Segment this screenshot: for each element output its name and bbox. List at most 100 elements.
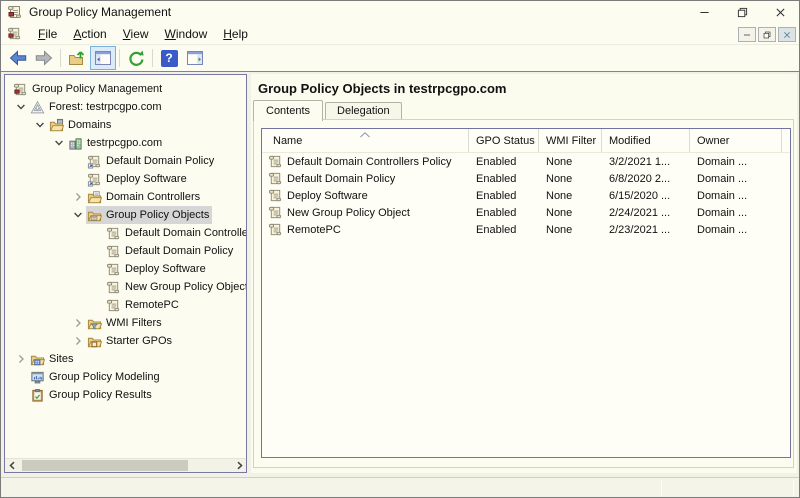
gpo-folder-icon bbox=[86, 207, 102, 223]
menu-view[interactable]: View bbox=[115, 25, 157, 43]
owner: Domain ... bbox=[690, 224, 782, 236]
up-one-level-button[interactable] bbox=[64, 46, 90, 70]
tree-item-forest[interactable]: Forest: testrpcgpo.com bbox=[5, 98, 246, 116]
chevron-expanded-icon[interactable] bbox=[69, 206, 86, 224]
chevron-placeholder bbox=[88, 296, 105, 314]
owner: Domain ... bbox=[690, 173, 782, 185]
child-close-button[interactable] bbox=[778, 27, 796, 42]
gpo-icon bbox=[267, 205, 283, 221]
tree-item-group-policy-management[interactable]: Group Policy Management bbox=[5, 80, 246, 98]
wmi-filters-folder-icon bbox=[86, 315, 102, 331]
contents-tab-panel: Name GPO Status WMI Filter Modified Owne… bbox=[253, 119, 794, 468]
horizontal-scrollbar[interactable] bbox=[5, 458, 246, 472]
show-action-pane-button[interactable] bbox=[182, 46, 208, 70]
tree-item-label: testrpcgpo.com bbox=[87, 137, 162, 149]
tree-item-gpo-remotepc[interactable]: RemotePC bbox=[5, 296, 246, 314]
back-button[interactable] bbox=[5, 46, 31, 70]
tree-item-gpo-new-group-policy-object[interactable]: New Group Policy Object bbox=[5, 278, 246, 296]
tree-item-label: Domains bbox=[68, 119, 111, 131]
child-minimize-button[interactable] bbox=[738, 27, 756, 42]
tree-item-label: Group Policy Modeling bbox=[49, 371, 160, 383]
forest-icon bbox=[29, 99, 45, 115]
tree-item-label: Default Domain Controllers Policy bbox=[125, 227, 246, 239]
console-tree-icon bbox=[93, 48, 113, 68]
modified-date: 6/8/2020 2... bbox=[602, 173, 690, 185]
tree-item-starter-gpos[interactable]: Starter GPOs bbox=[5, 332, 246, 350]
chevron-expanded-icon[interactable] bbox=[50, 134, 67, 152]
table-row[interactable]: Default Domain Policy Enabled None 6/8/2… bbox=[262, 170, 790, 187]
starter-gpos-folder-icon bbox=[86, 333, 102, 349]
tab-contents[interactable]: Contents bbox=[253, 100, 323, 121]
tree-item-label: Default Domain Policy bbox=[106, 155, 214, 167]
chevron-expanded-icon[interactable] bbox=[12, 98, 29, 116]
chevron-collapsed-icon[interactable] bbox=[69, 314, 86, 332]
chevron-placeholder bbox=[88, 278, 105, 296]
gpo-icon bbox=[105, 279, 121, 295]
column-header-owner[interactable]: Owner bbox=[690, 129, 782, 152]
chevron-collapsed-icon[interactable] bbox=[69, 332, 86, 350]
status-bar-divider bbox=[661, 481, 662, 495]
scrollbar-thumb[interactable] bbox=[22, 460, 188, 471]
tree-item-deploy-software-link[interactable]: Deploy Software bbox=[5, 170, 246, 188]
chevron-placeholder bbox=[12, 386, 29, 404]
sites-folder-icon bbox=[29, 351, 45, 367]
tree-item-label: Forest: testrpcgpo.com bbox=[49, 101, 162, 113]
refresh-button[interactable] bbox=[123, 46, 149, 70]
tree-item-domain-testrpcgpo[interactable]: testrpcgpo.com bbox=[5, 134, 246, 152]
gpo-icon bbox=[105, 261, 121, 277]
tree-item-group-policy-modeling[interactable]: Group Policy Modeling bbox=[5, 368, 246, 386]
column-header-wmi-filter[interactable]: WMI Filter bbox=[539, 129, 602, 152]
help-button[interactable]: ? bbox=[156, 46, 182, 70]
column-header-modified[interactable]: Modified bbox=[602, 129, 690, 152]
chevron-collapsed-icon[interactable] bbox=[69, 188, 86, 206]
tree-item-domain-controllers[interactable]: Domain Controllers bbox=[5, 188, 246, 206]
tree-item-label: Deploy Software bbox=[106, 173, 187, 185]
up-one-level-icon bbox=[67, 48, 87, 68]
minimize-button[interactable] bbox=[685, 1, 723, 23]
menu-file[interactable]: File bbox=[30, 25, 65, 43]
table-row[interactable]: RemotePC Enabled None 2/23/2021 ... Doma… bbox=[262, 221, 790, 238]
minimize-icon bbox=[699, 7, 710, 18]
chevron-collapsed-icon[interactable] bbox=[12, 350, 29, 368]
forward-button[interactable] bbox=[31, 46, 57, 70]
child-restore-button[interactable] bbox=[758, 27, 776, 42]
tree-item-wmi-filters[interactable]: WMI Filters bbox=[5, 314, 246, 332]
restore-button[interactable] bbox=[723, 1, 761, 23]
menu-help[interactable]: Help bbox=[215, 25, 256, 43]
chevron-expanded-icon[interactable] bbox=[31, 116, 48, 134]
wmi-filter: None bbox=[539, 156, 602, 168]
tree-item-gpo-default-domain-controllers-policy[interactable]: Default Domain Controllers Policy bbox=[5, 224, 246, 242]
tree-item-group-policy-objects[interactable]: Group Policy Objects bbox=[5, 206, 246, 224]
tree-item-label: Group Policy Results bbox=[49, 389, 152, 401]
scroll-right-arrow[interactable] bbox=[232, 459, 246, 472]
tree-item-sites[interactable]: Sites bbox=[5, 350, 246, 368]
scroll-left-arrow[interactable] bbox=[5, 459, 19, 472]
menu-action[interactable]: Action bbox=[65, 25, 114, 43]
tree-item-domains[interactable]: Domains bbox=[5, 116, 246, 134]
main-area: Group Policy Management Forest: testrpcg… bbox=[1, 72, 799, 477]
gpo-status: Enabled bbox=[469, 173, 539, 185]
gpo-name: Default Domain Policy bbox=[287, 173, 395, 185]
gpo-link-icon bbox=[86, 171, 102, 187]
folder-icon bbox=[86, 189, 102, 205]
list-header: Name GPO Status WMI Filter Modified Owne… bbox=[262, 129, 790, 153]
menu-window[interactable]: Window bbox=[157, 25, 216, 43]
tree-item-label: Group Policy Objects bbox=[106, 209, 209, 221]
table-row[interactable]: Default Domain Controllers Policy Enable… bbox=[262, 153, 790, 170]
table-row[interactable]: New Group Policy Object Enabled None 2/2… bbox=[262, 204, 790, 221]
table-row[interactable]: Deploy Software Enabled None 6/15/2020 .… bbox=[262, 187, 790, 204]
column-header-gpo-status[interactable]: GPO Status bbox=[469, 129, 539, 152]
tab-delegation[interactable]: Delegation bbox=[325, 102, 402, 120]
domain-icon bbox=[67, 135, 83, 151]
scrollbar-track[interactable] bbox=[19, 459, 232, 472]
status-bar-divider bbox=[793, 481, 794, 495]
tree-item-gpo-deploy-software[interactable]: Deploy Software bbox=[5, 260, 246, 278]
tree-item-label: Sites bbox=[49, 353, 73, 365]
tree-item-default-domain-policy-link[interactable]: Default Domain Policy bbox=[5, 152, 246, 170]
close-button[interactable] bbox=[761, 1, 799, 23]
chevron-placeholder bbox=[88, 224, 105, 242]
tree-item-gpo-default-domain-policy[interactable]: Default Domain Policy bbox=[5, 242, 246, 260]
show-console-tree-button[interactable] bbox=[90, 46, 116, 70]
tree-item-group-policy-results[interactable]: Group Policy Results bbox=[5, 386, 246, 404]
restore-icon bbox=[763, 31, 771, 39]
